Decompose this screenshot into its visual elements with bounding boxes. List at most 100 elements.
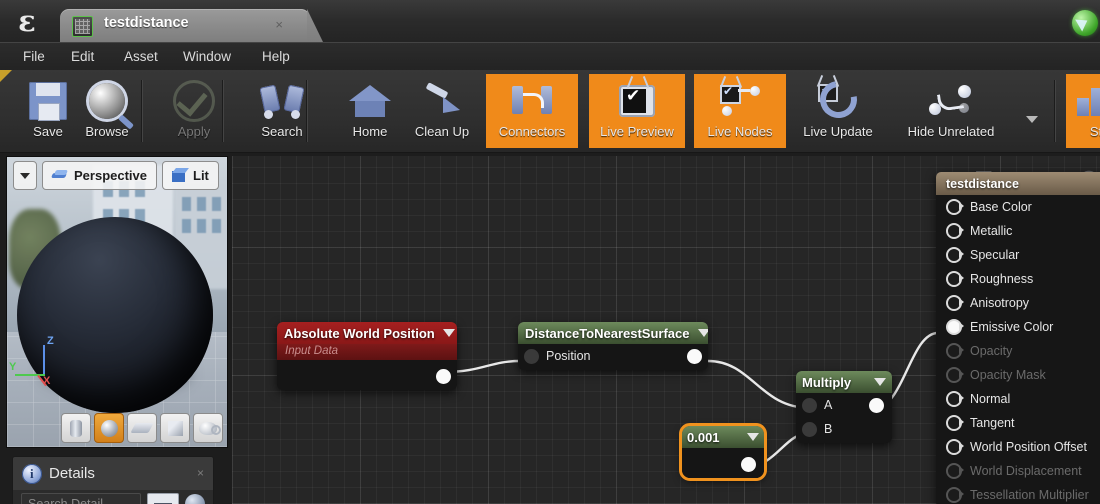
material-output-title: testdistance	[946, 176, 1019, 191]
preview-shape-cylinder[interactable]	[61, 413, 91, 443]
search-detail-input[interactable]: Search Detail	[21, 492, 141, 504]
pin-icon[interactable]	[946, 343, 964, 359]
material-pin-normal[interactable]: Normal	[936, 387, 1100, 411]
input-pin-position[interactable]	[524, 348, 539, 364]
viewport-toolbar: Perspective Lit	[13, 161, 219, 190]
menu-item-window[interactable]: Window	[174, 47, 240, 67]
stats-button[interactable]: St	[1066, 74, 1100, 148]
node-header[interactable]: 0.001	[682, 426, 764, 448]
chevron-down-icon[interactable]	[747, 433, 759, 441]
connectors-button[interactable]: Connectors	[486, 74, 578, 148]
chevron-down-icon[interactable]	[1026, 116, 1038, 123]
details-title: Details	[49, 465, 95, 482]
material-pin-specular[interactable]: Specular	[936, 243, 1100, 267]
material-pin-tessellation-multiplier[interactable]: Tessellation Multiplier	[936, 483, 1100, 504]
home-label: Home	[352, 124, 388, 139]
input-pin-a[interactable]	[802, 397, 817, 413]
material-pin-base-color[interactable]: Base Color	[936, 195, 1100, 219]
view-mode-label: Perspective	[74, 168, 147, 183]
live-update-button[interactable]: Live Update	[792, 73, 884, 148]
apply-button[interactable]: Apply	[148, 74, 240, 148]
input-pin-b[interactable]	[802, 421, 817, 437]
details-body: Search Detail	[13, 490, 213, 504]
material-pin-emissive-color[interactable]: Emissive Color	[936, 315, 1100, 339]
browse-icon	[60, 74, 154, 124]
output-pin[interactable]	[741, 457, 756, 472]
close-icon[interactable]: ×	[275, 17, 283, 32]
pin-icon[interactable]	[946, 463, 964, 479]
lit-cube-icon	[172, 168, 187, 183]
material-pin-roughness[interactable]: Roughness	[936, 267, 1100, 291]
output-pin[interactable]	[869, 397, 884, 413]
material-pin-tangent[interactable]: Tangent	[936, 411, 1100, 435]
output-pin[interactable]	[687, 348, 702, 364]
pin-icon[interactable]	[946, 247, 964, 263]
browse-button[interactable]: Browse	[60, 74, 154, 148]
live-preview-icon	[589, 74, 685, 124]
pin-icon[interactable]	[946, 439, 964, 455]
search-label: Search	[261, 124, 303, 139]
node-title: Absolute World Position	[284, 325, 435, 341]
cleanup-icon	[396, 74, 488, 124]
material-pin-metallic[interactable]: Metallic	[936, 219, 1100, 243]
menu-item-file[interactable]: File	[14, 47, 54, 67]
chevron-down-icon[interactable]	[442, 329, 455, 337]
menu-item-help[interactable]: Help	[253, 47, 299, 67]
material-output-node[interactable]: testdistance Base Color Metallic Specula…	[936, 172, 1100, 504]
menu-item-edit[interactable]: Edit	[62, 47, 103, 67]
unreal-logo-icon: 𝛆	[18, 4, 36, 38]
lit-mode-button[interactable]: Lit	[162, 161, 219, 190]
preview-shape-sphere[interactable]	[94, 413, 124, 443]
apply-label: Apply	[177, 124, 211, 139]
close-icon[interactable]: ×	[197, 466, 204, 480]
preview-shape-cube[interactable]	[160, 413, 190, 443]
preview-shape-plane[interactable]	[127, 413, 157, 443]
chevron-down-icon[interactable]	[874, 378, 886, 386]
globe-icon[interactable]	[185, 493, 205, 504]
green-status-icon[interactable]	[1072, 10, 1098, 36]
node-title: DistanceToNearestSurface	[525, 325, 690, 341]
clean-up-button[interactable]: Clean Up	[396, 74, 488, 148]
pin-icon[interactable]	[946, 199, 964, 215]
material-pin-opacity[interactable]: Opacity	[936, 339, 1100, 363]
node-header[interactable]: Absolute World Position	[277, 322, 457, 344]
pin-icon[interactable]	[946, 295, 964, 311]
asset-tab-testdistance[interactable]: testdistance ×	[60, 9, 310, 42]
live-preview-button[interactable]: Live Preview	[589, 74, 685, 148]
live-nodes-button[interactable]: Live Nodes	[694, 74, 786, 148]
preview-shape-teapot[interactable]	[193, 413, 223, 443]
material-pin-world-displacement[interactable]: World Displacement	[936, 459, 1100, 483]
lit-mode-label: Lit	[193, 168, 209, 183]
constant-node[interactable]: 0.001	[679, 423, 767, 481]
absolute-world-position-node[interactable]: Absolute World Position Input Data	[277, 322, 457, 390]
menu-item-asset[interactable]: Asset	[115, 47, 167, 67]
multiply-node[interactable]: Multiply A B	[796, 371, 892, 443]
view-mode-button[interactable]: Perspective	[42, 161, 157, 190]
hide-unrelated-button[interactable]: Hide Unrelated	[886, 74, 1016, 148]
node-value: 0.001	[687, 429, 720, 445]
distance-to-nearest-surface-node[interactable]: DistanceToNearestSurface Position	[518, 322, 708, 370]
pin-icon[interactable]	[946, 367, 964, 383]
node-header[interactable]: DistanceToNearestSurface	[518, 322, 708, 344]
material-preview-viewport[interactable]: Perspective Lit Z Y X	[6, 156, 228, 448]
pin-icon[interactable]	[946, 487, 964, 503]
preview-shape-picker	[61, 413, 223, 443]
node-header[interactable]: Multiply	[796, 371, 892, 393]
viewport-options-button[interactable]	[13, 161, 37, 190]
material-pin-anisotropy[interactable]: Anisotropy	[936, 291, 1100, 315]
chevron-down-icon[interactable]	[697, 329, 708, 337]
material-output-header[interactable]: testdistance	[936, 172, 1100, 195]
details-info-icon	[22, 463, 42, 484]
list-view-icon[interactable]	[147, 492, 179, 504]
pin-icon[interactable]	[946, 391, 964, 407]
live-update-icon	[792, 73, 884, 125]
output-pin[interactable]	[436, 369, 451, 384]
pin-icon[interactable]	[946, 319, 964, 335]
pin-icon[interactable]	[946, 223, 964, 239]
search-icon	[236, 74, 328, 124]
material-pin-world-position-offset[interactable]: World Position Offset	[936, 435, 1100, 459]
search-button[interactable]: Search	[236, 74, 328, 148]
material-pin-opacity-mask[interactable]: Opacity Mask	[936, 363, 1100, 387]
pin-icon[interactable]	[946, 271, 964, 287]
pin-icon[interactable]	[946, 415, 964, 431]
